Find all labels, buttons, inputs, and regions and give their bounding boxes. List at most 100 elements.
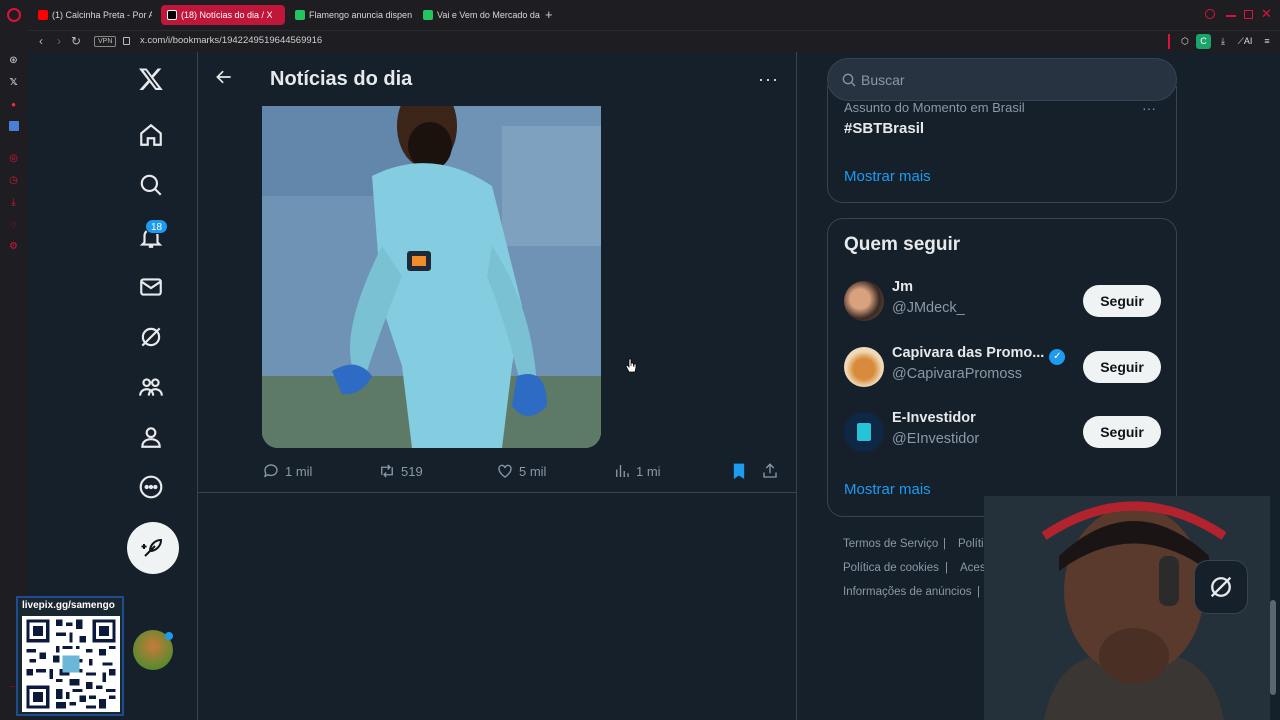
address-bar: ‹ › ↻ VPN x.com/i/bookmarks/194224951964… (28, 30, 1280, 52)
footer-separator: | (977, 586, 980, 598)
forward-nav-icon[interactable]: › (52, 34, 66, 48)
views-button[interactable]: 1 mi (613, 460, 661, 482)
views-count: 1 mi (636, 463, 661, 479)
search-icon[interactable] (138, 172, 168, 202)
accessibility-link[interactable]: Aces (960, 562, 986, 574)
follow-button[interactable]: Seguir (1083, 416, 1161, 448)
page-scrollbar[interactable] (1270, 600, 1276, 695)
search-bar[interactable]: Buscar (827, 58, 1177, 101)
trends-show-more-link[interactable]: Mostrar mais (844, 168, 931, 185)
e-investidor-logo-icon (857, 423, 871, 441)
ads-info-link[interactable]: Informações de anúncios (843, 586, 972, 598)
ge-favicon-icon (295, 10, 305, 20)
grok-floating-button[interactable] (1194, 560, 1248, 614)
repost-button[interactable]: 519 (378, 460, 423, 482)
communities-icon[interactable] (138, 374, 168, 404)
share-icon (763, 463, 777, 478)
account-avatar (844, 347, 884, 387)
tab-title: Vai e Vem do Mercado da (437, 10, 540, 20)
terms-link[interactable]: Termos de Serviço (843, 538, 938, 550)
compose-post-button[interactable] (127, 522, 179, 574)
chatgpt-icon[interactable]: ⊛ (7, 54, 20, 67)
follow-suggestion[interactable]: Capivara das Promo... ✓ @CapivaraPromoss … (844, 345, 1162, 389)
cookies-link[interactable]: Política de cookies (843, 562, 939, 574)
minimize-icon[interactable] (1226, 15, 1236, 17)
browser-tab-bar: (1) Calcinha Preta - Por Am (18) Notícia… (0, 0, 1280, 30)
x-favicon-icon (167, 10, 177, 20)
feather-icon (141, 538, 163, 557)
follow-suggestion[interactable]: E-Investidor @EInvestidor Seguir (844, 410, 1162, 454)
follow-show-more-link[interactable]: Mostrar mais (844, 481, 931, 498)
youtube-icon (38, 10, 48, 20)
follow-suggestion[interactable]: Jm @JMdeck_ Seguir (844, 279, 1162, 323)
right-column-divider (796, 52, 797, 720)
translate-sidebar-icon[interactable] (7, 120, 20, 133)
tab-youtube[interactable]: (1) Calcinha Preta - Por Am (32, 5, 152, 25)
vpn-badge[interactable]: VPN (94, 36, 117, 47)
aria-ai-icon[interactable]: ⟋AI (1233, 34, 1257, 49)
x-sidebar-icon[interactable]: 𝕏 (7, 76, 20, 89)
tab-title: (18) Notícias do dia / X (181, 10, 273, 20)
back-arrow-icon[interactable] (214, 67, 238, 91)
page-title: Notícias do dia (270, 68, 413, 90)
home-icon[interactable] (138, 122, 168, 152)
search-input[interactable]: Buscar (861, 72, 905, 88)
back-nav-icon[interactable]: ‹ (34, 34, 48, 48)
follow-button[interactable]: Seguir (1083, 351, 1161, 383)
search-icon (842, 73, 856, 87)
youtube-sidebar-icon[interactable]: ● (7, 98, 20, 111)
profile-extension-icon[interactable]: C (1196, 34, 1211, 49)
tab-mercado[interactable]: Vai e Vem do Mercado da (417, 5, 541, 25)
reply-button[interactable]: 1 mil (262, 460, 312, 482)
notification-count-badge: 18 (145, 219, 169, 234)
url-field[interactable]: x.com/i/bookmarks/1942249519644569916 (140, 35, 322, 46)
extension-icon[interactable]: ⬡ (1178, 34, 1192, 49)
more-options-icon[interactable]: ··· (758, 69, 779, 90)
trend-more-icon[interactable]: ··· (1142, 100, 1156, 116)
account-handle: @JMdeck_ (892, 300, 965, 316)
bookmark-button[interactable] (730, 460, 753, 482)
grok-icon (1210, 576, 1232, 598)
reply-count: 1 mil (285, 463, 313, 479)
account-avatar[interactable] (133, 630, 173, 670)
download-sidebar-icon[interactable]: ⤓ (7, 196, 20, 209)
account-name: Jm (892, 279, 913, 295)
heart-icon (498, 464, 512, 478)
share-button[interactable] (761, 460, 784, 482)
player-sidebar-icon[interactable]: ◎ (7, 152, 20, 165)
opera-logo-icon[interactable] (7, 8, 21, 22)
history-sidebar-icon[interactable]: ◷ (7, 174, 20, 187)
x-logo-icon[interactable] (138, 66, 168, 96)
grok-icon[interactable] (138, 324, 168, 354)
post-separator (198, 492, 796, 493)
trend-category: Assunto do Momento em Brasil (844, 100, 1025, 115)
post-media-image[interactable] (262, 106, 601, 448)
reload-icon[interactable]: ↻ (69, 34, 83, 48)
tab-flamengo[interactable]: Flamengo anuncia dispen (289, 5, 413, 25)
like-count: 5 mil (519, 463, 547, 479)
ge-favicon-icon (423, 10, 433, 20)
footer-separator: | (943, 538, 946, 550)
mail-icon[interactable] (138, 274, 168, 304)
post-action-bar: 1 mil 519 5 mil 1 mi (262, 460, 782, 482)
maximize-icon[interactable] (1244, 10, 1253, 19)
easy-setup-icon[interactable]: ≡ (1260, 34, 1274, 49)
account-name: E-Investidor (892, 410, 976, 426)
profile-icon[interactable] (138, 424, 168, 454)
search-tabs-icon[interactable] (1205, 9, 1215, 19)
download-icon[interactable]: ⤓ (1216, 34, 1230, 49)
more-circle-icon[interactable] (138, 474, 168, 504)
tab-x-active[interactable]: (18) Notícias do dia / X (161, 5, 285, 25)
follow-button[interactable]: Seguir (1083, 285, 1161, 317)
ai-label: AI (1243, 36, 1253, 46)
repost-icon (381, 464, 393, 478)
new-tab-button[interactable]: + (545, 7, 553, 22)
close-window-icon[interactable]: ✕ (1261, 6, 1272, 22)
settings-sidebar-icon[interactable]: ⚙ (7, 240, 20, 253)
lock-icon (123, 37, 130, 45)
trend-topic[interactable]: #SBTBrasil (844, 120, 924, 137)
messenger-sidebar-icon[interactable]: ◌ (7, 218, 20, 231)
like-button[interactable]: 5 mil (496, 460, 546, 482)
account-name: Capivara das Promo... ✓ (892, 345, 1072, 365)
tab-title: (1) Calcinha Preta - Por Am (52, 10, 152, 20)
